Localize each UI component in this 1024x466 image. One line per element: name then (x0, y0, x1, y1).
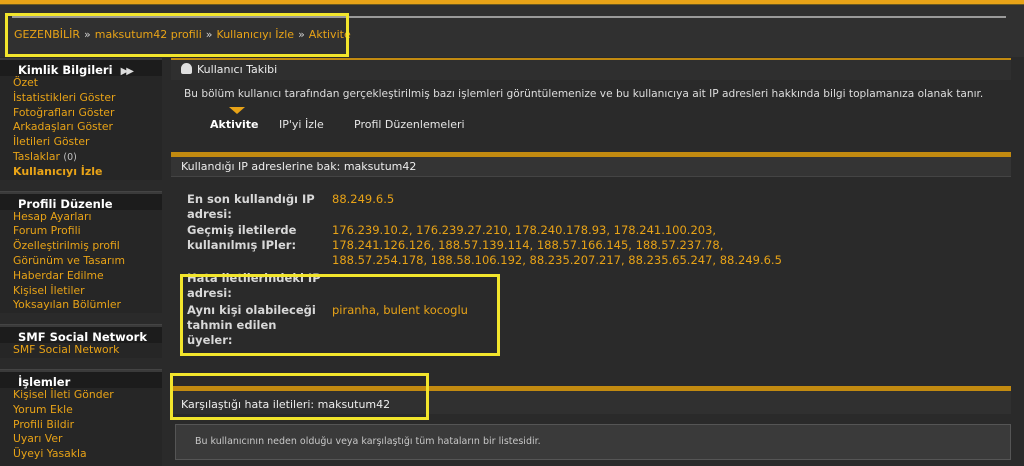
label-line: adresi: (187, 207, 232, 221)
sidebar-item-personal-messages[interactable]: Kişisel İletiler (0, 284, 162, 299)
drafts-count-badge: (0) (63, 151, 77, 163)
last-ip-label: En son kullandığı IP adresi: (187, 192, 315, 222)
sidebar-item-friends[interactable]: Arkadaşları Göster (0, 120, 162, 135)
ip-line[interactable]: 188.57.254.178, 188.58.106.192, 88.235.2… (332, 253, 782, 268)
user-icon (181, 63, 192, 74)
sidebar-section-actions[interactable]: İşlemler (0, 369, 162, 389)
header-divider (12, 16, 1006, 18)
ip-section-header: Kullandığı IP adreslerine bak: maksutum4… (171, 157, 1011, 177)
panel-title: Kullanıcı Takibi (197, 63, 278, 76)
errors-title: Karşılaştığı hata iletileri: maksutum42 (181, 398, 391, 411)
sidebar-section-identity[interactable]: Kimlik Bilgileri ▶▶ (0, 58, 162, 77)
errors-description-box: Bu kullanıcının neden olduğu veya karşıl… (175, 424, 1011, 460)
sidebar-divider (0, 179, 162, 192)
tracking-tabs: Aktivite IP'yi İzle Profil Düzenlemeleri (171, 106, 1011, 148)
breadcrumb-track-user[interactable]: Kullanıcıyı İzle (217, 28, 295, 41)
sidebar-item-photos[interactable]: Fotoğrafları Göster (0, 106, 162, 121)
sidebar-item-send-pm[interactable]: Kişisel İleti Gönder (0, 388, 162, 403)
sidebar-item-drafts[interactable]: Taslaklar (0) (0, 150, 162, 165)
sidebar-item-statistics[interactable]: İstatistikleri Göster (0, 91, 162, 106)
sidebar-item-posts[interactable]: İletileri Göster (0, 135, 162, 150)
panel-description: Bu bölüm kullanıcı tarafından gerçekleşt… (184, 88, 984, 100)
sidebar-item-label: Taslaklar (13, 149, 60, 163)
main-content: Kullanıcı Takibi Bu bölüm kullanıcı tara… (171, 58, 1011, 466)
sidebar-item-account-settings[interactable]: Hesap Ayarları (0, 210, 162, 225)
active-tab-indicator (229, 107, 245, 114)
breadcrumb-activity[interactable]: Aktivite (309, 28, 351, 41)
past-ips-list[interactable]: 176.239.10.2, 176.239.27.210, 178.240.17… (332, 223, 782, 268)
errors-section-header: Karşılaştığı hata iletileri: maksutum42 (171, 386, 1011, 414)
sidebar-divider (0, 313, 162, 326)
past-ips-label: Geçmiş iletilerde kullanılmış IPler: (187, 223, 296, 253)
breadcrumb-home[interactable]: GEZENBİLİR (14, 28, 80, 41)
ip-line[interactable]: 176.239.10.2, 176.239.27.210, 178.240.17… (332, 223, 782, 238)
sidebar-item-summary[interactable]: Özet (0, 76, 162, 91)
sidebar-item-add-comment[interactable]: Yorum Ekle (0, 403, 162, 418)
tab-activity[interactable]: Aktivite (210, 118, 259, 131)
breadcrumb-separator: » (298, 28, 305, 41)
tracking-panel-header: Kullanıcı Takibi (171, 58, 1011, 80)
label-line: adresi: (187, 286, 232, 300)
same-person-label: Aynı kişi olabileceği tahmin edilen üyel… (187, 303, 316, 348)
label-line: Geçmiş iletilerde (187, 223, 297, 237)
error-ip-label: Hata iletilerindeki IP adresi: (187, 271, 321, 301)
profile-sidebar: Kimlik Bilgileri ▶▶ Özet İstatistikleri … (0, 58, 162, 466)
label-line: tahmin edilen (187, 318, 277, 332)
sidebar-item-issue-warning[interactable]: Uyarı Ver (0, 432, 162, 447)
breadcrumb-separator: » (205, 28, 213, 41)
label-line: kullanılmış IPler: (187, 238, 297, 252)
sidebar-item-social-network[interactable]: SMF Social Network (0, 343, 162, 358)
sidebar-item-custom-profile[interactable]: Özelleştirilmiş profil (0, 239, 162, 254)
label-line: Hata iletilerindeki IP (187, 271, 321, 285)
sidebar-item-look-layout[interactable]: Görünüm ve Tasarım (0, 254, 162, 269)
sidebar-item-ignored-boards[interactable]: Yoksayılan Bölümler (0, 298, 162, 313)
sidebar-item-forum-profile[interactable]: Forum Profili (0, 224, 162, 239)
double-chevron-right-icon: ▶▶ (120, 66, 134, 77)
same-person-value[interactable]: piranha, bulent kocoglu (332, 303, 468, 318)
ip-line[interactable]: 178.241.126.126, 188.57.139.114, 188.57.… (332, 238, 782, 253)
last-ip-value[interactable]: 88.249.6.5 (332, 192, 394, 207)
breadcrumb: GEZENBİLİR» maksutum42 profili» Kullanıcıy… (14, 28, 351, 41)
breadcrumb-separator: » (84, 28, 91, 41)
page-header: GEZENBİLİR» maksutum42 profili» Kullanıcıy… (0, 5, 1024, 57)
sidebar-item-report-profile[interactable]: Profili Bildir (0, 418, 162, 433)
breadcrumb-profile[interactable]: maksutum42 profili (95, 28, 202, 41)
label-line: Aynı kişi olabileceği (187, 303, 316, 317)
ip-info-table: En son kullandığı IP adresi: 88.249.6.5 … (171, 177, 1011, 384)
sidebar-item-ban-user[interactable]: Üyeyi Yasakla (0, 447, 162, 462)
tab-profile-edits[interactable]: Profil Düzenlemeleri (354, 118, 465, 131)
sidebar-section-title: Kimlik Bilgileri (18, 63, 113, 77)
sidebar-item-notifications[interactable]: Haberdar Edilme (0, 269, 162, 284)
sidebar-section-edit-profile[interactable]: Profili Düzenle (0, 191, 162, 211)
label-line: En son kullandığı IP (187, 192, 315, 206)
sidebar-item-track-user[interactable]: Kullanıcıyı İzle (0, 165, 162, 180)
tab-track-ip[interactable]: IP'yi İzle (279, 118, 324, 131)
label-line: üyeler: (187, 333, 233, 347)
sidebar-divider (0, 357, 162, 370)
sidebar-section-social-network[interactable]: SMF Social Network (0, 325, 162, 344)
errors-description: Bu kullanıcının neden olduğu veya karşıl… (195, 436, 541, 447)
